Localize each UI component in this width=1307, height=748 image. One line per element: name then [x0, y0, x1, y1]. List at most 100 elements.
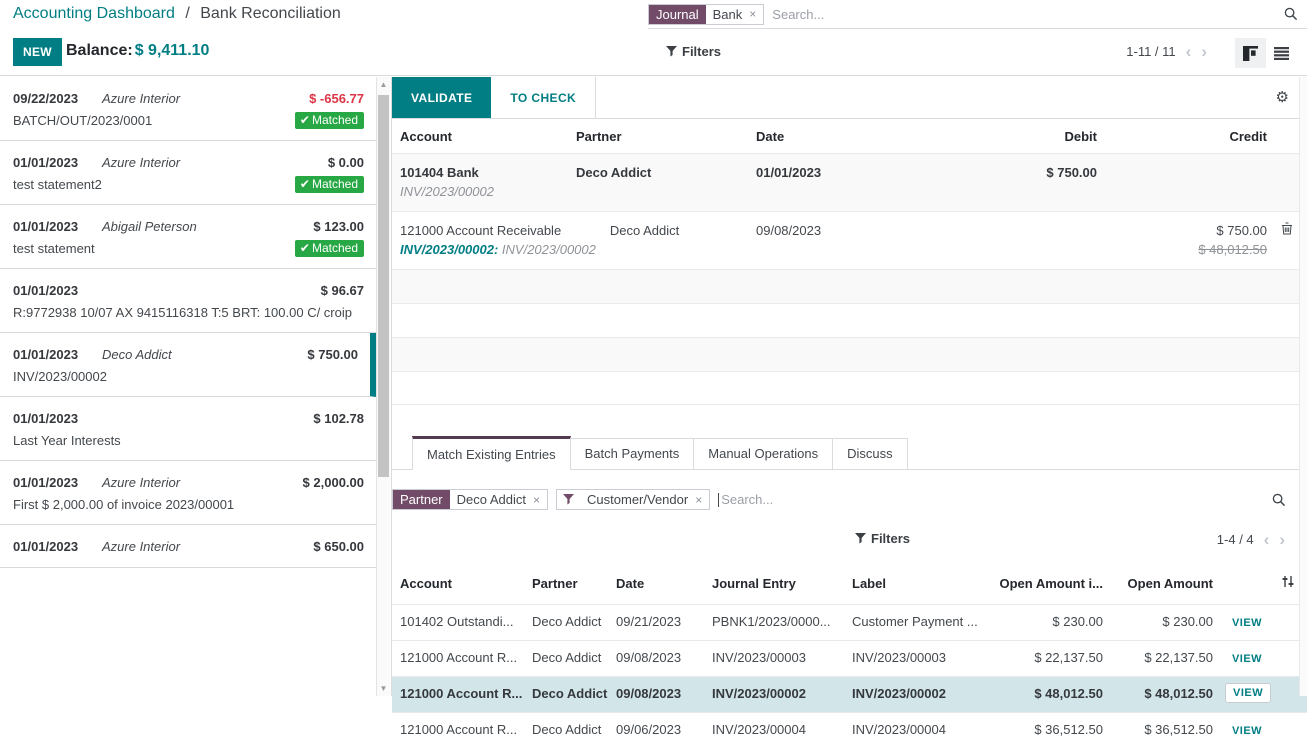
view-button[interactable]: VIEW — [1225, 683, 1271, 703]
search-icon[interactable] — [1284, 7, 1298, 21]
right-scrollbar[interactable] — [1299, 77, 1307, 696]
pager-next-icon[interactable]: › — [1279, 533, 1285, 547]
line-partner: Azure Interior — [102, 89, 180, 109]
line-partner: Abigail Peterson — [102, 217, 197, 237]
line-date: 01/01/2023 — [13, 537, 85, 557]
validate-button[interactable]: VALIDATE — [392, 77, 491, 118]
search-facet-partner: Partner Deco Addict × — [392, 489, 548, 510]
line-date: 01/01/2023 — [13, 345, 85, 365]
col-debit: Debit — [913, 119, 1103, 153]
view-button[interactable]: VIEW — [1228, 651, 1266, 667]
view-button[interactable]: VIEW — [1228, 723, 1266, 739]
match-open-amount-currency: $ 22,137.50 — [989, 641, 1107, 676]
pager-prev-icon[interactable]: ‹ — [1186, 45, 1192, 59]
new-button[interactable]: NEW — [13, 38, 62, 66]
facet-remove-icon[interactable]: × — [749, 7, 756, 21]
match-row-selected[interactable]: 121000 Account R... Deco Addict 09/08/20… — [392, 676, 1307, 712]
match-label: INV/2023/00004 — [844, 713, 989, 748]
entry-credit-original: $ 48,012.50 — [1198, 242, 1267, 257]
facet-remove-icon[interactable]: × — [533, 493, 540, 507]
match-search-bar[interactable]: Partner Deco Addict × Customer/Vendor × … — [392, 489, 1307, 510]
match-row[interactable]: 121000 Account R... Deco Addict 09/08/20… — [392, 640, 1307, 676]
match-partner: Deco Addict — [524, 677, 608, 712]
col-open-amount-currency: Open Amount i... — [989, 564, 1107, 604]
search-input[interactable]: Search... — [772, 7, 824, 22]
col-date: Date — [748, 119, 913, 153]
match-label: Customer Payment ... — [844, 605, 989, 640]
filters-label: Filters — [682, 44, 721, 59]
match-journal-entry: PBNK1/2023/0000... — [704, 605, 844, 640]
pager-prev-icon[interactable]: ‹ — [1264, 533, 1270, 547]
list-view-icon[interactable] — [1266, 38, 1297, 68]
match-date: 09/21/2023 — [608, 605, 704, 640]
search-icon[interactable] — [1272, 493, 1286, 507]
statement-line[interactable]: 01/01/2023 Azure Interior $ 0.00 test st… — [0, 141, 376, 205]
control-panel: NEW Balance:$ 9,411.10 Filters 1-11 / 11… — [0, 30, 1307, 76]
match-label: INV/2023/00003 — [844, 641, 989, 676]
facet-value: Bank — [713, 7, 743, 22]
statement-line-list: 09/22/2023 Azure Interior $ -656.77 BATC… — [0, 77, 376, 696]
statement-line[interactable]: 01/01/2023 Azure Interior $ 650.00 — [0, 525, 376, 568]
statement-line[interactable]: 01/01/2023 $ 102.78 Last Year Interests — [0, 397, 376, 461]
matched-badge: ✔Matched — [295, 112, 364, 129]
facet-remove-icon[interactable]: × — [695, 493, 702, 507]
breadcrumb-accounting-dashboard[interactable]: Accounting Dashboard — [13, 5, 175, 22]
scroll-down-icon[interactable]: ▼ — [377, 684, 390, 693]
pager-range: 1-4 / 4 — [1217, 532, 1254, 547]
line-date: 09/22/2023 — [13, 89, 85, 109]
filter-icon — [855, 533, 866, 544]
left-scrollbar[interactable]: ▲ ▼ — [376, 77, 390, 696]
pager-range: 1-11 / 11 — [1126, 44, 1175, 59]
facet-label: Journal — [649, 5, 706, 24]
col-account: Account — [392, 119, 568, 153]
check-icon: ✔ — [300, 113, 310, 127]
line-date: 01/01/2023 — [13, 153, 85, 173]
line-amount: $ 102.78 — [313, 409, 364, 429]
statement-line[interactable]: 01/01/2023 Azure Interior $ 2,000.00 Fir… — [0, 461, 376, 525]
entry-row[interactable]: 121000 Account Receivable INV/2023/00002… — [392, 211, 1307, 269]
match-partner: Deco Addict — [524, 641, 608, 676]
match-row[interactable]: 121000 Account R... Deco Addict 09/06/20… — [392, 712, 1307, 748]
entry-debit — [913, 212, 1103, 269]
statement-line-selected[interactable]: 01/01/2023 Deco Addict $ 750.00 INV/2023… — [0, 333, 376, 397]
global-search-bar[interactable]: Journal Bank × Search... — [648, 0, 1307, 29]
kanban-view-icon[interactable] — [1235, 38, 1266, 68]
facet-value: Customer/Vendor — [587, 492, 688, 507]
entry-move-link[interactable]: INV/2023/00002: — [400, 242, 498, 257]
tab-batch-payments[interactable]: Batch Payments — [570, 438, 695, 469]
reconcile-tabs: Match Existing Entries Batch Payments Ma… — [392, 436, 1307, 470]
balance-label: Balance: — [66, 42, 133, 59]
scroll-up-icon[interactable]: ▲ — [377, 80, 390, 89]
match-filters-button[interactable]: Filters — [855, 531, 910, 546]
match-open-amount-currency: $ 36,512.50 — [989, 713, 1107, 748]
pager-next-icon[interactable]: › — [1201, 45, 1207, 59]
line-amount: $ 96.67 — [321, 281, 364, 301]
filter-icon — [557, 490, 580, 509]
scrollbar-thumb[interactable] — [378, 95, 389, 477]
statement-line[interactable]: 01/01/2023 Abigail Peterson $ 123.00 tes… — [0, 205, 376, 269]
gear-icon[interactable]: ⚙ — [1276, 88, 1289, 106]
match-row[interactable]: 101402 Outstandi... Deco Addict 09/21/20… — [392, 604, 1307, 640]
match-open-amount: $ 22,137.50 — [1107, 641, 1217, 676]
line-date: 01/01/2023 — [13, 409, 85, 429]
view-button[interactable]: VIEW — [1228, 615, 1266, 631]
match-journal-entry: INV/2023/00003 — [704, 641, 844, 676]
filters-button[interactable]: Filters — [666, 44, 721, 59]
to-check-button[interactable]: TO CHECK — [491, 77, 596, 118]
statement-line[interactable]: 01/01/2023 $ 96.67 R:9772938 10/07 AX 94… — [0, 269, 376, 333]
line-partner: Azure Interior — [102, 473, 180, 493]
tab-manual-operations[interactable]: Manual Operations — [693, 438, 833, 469]
tab-match-existing-entries[interactable]: Match Existing Entries — [412, 436, 571, 470]
entry-date: 01/01/2023 — [748, 154, 913, 211]
entry-row[interactable]: 101404 Bank INV/2023/00002 Deco Addict 0… — [392, 153, 1307, 211]
delete-line-icon[interactable] — [1281, 222, 1293, 235]
col-partner: Partner — [568, 119, 748, 153]
tab-discuss[interactable]: Discuss — [832, 438, 908, 469]
match-account: 101402 Outstandi... — [392, 605, 524, 640]
match-open-amount: $ 230.00 — [1107, 605, 1217, 640]
statement-line[interactable]: 09/22/2023 Azure Interior $ -656.77 BATC… — [0, 77, 376, 141]
entry-debit: $ 750.00 — [913, 154, 1103, 211]
line-label: BATCH/OUT/2023/0001 — [13, 113, 152, 128]
col-credit: Credit — [1103, 119, 1273, 153]
match-search-input[interactable]: Search... — [721, 492, 773, 507]
